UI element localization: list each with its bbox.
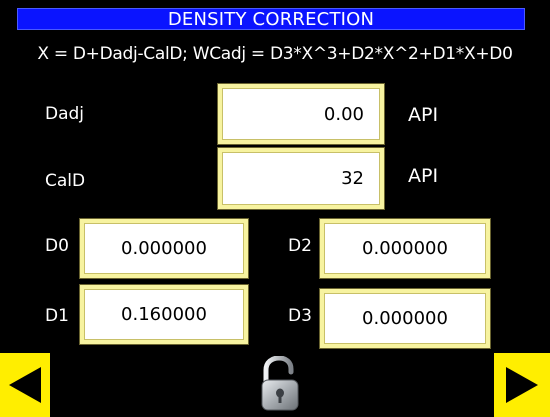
formula-text: X = D+Dadj-CalD; WCadj = D3*X^3+D2*X^2+D… (37, 44, 513, 64)
lock-button[interactable] (258, 355, 302, 412)
d2-field[interactable]: 0.000000 (320, 219, 490, 278)
cald-label: CalD (45, 171, 86, 191)
d1-field[interactable]: 0.160000 (80, 285, 248, 344)
d1-label: D1 (45, 306, 69, 326)
previous-page-button[interactable] (0, 353, 50, 417)
cald-field[interactable]: 32 (218, 148, 384, 209)
d3-field[interactable]: 0.000000 (320, 289, 490, 348)
page-title: DENSITY CORRECTION (17, 8, 525, 30)
dadj-field[interactable]: 0.00 (218, 84, 384, 144)
left-arrow-icon (9, 367, 41, 403)
right-arrow-icon (506, 367, 538, 403)
d2-label: D2 (288, 236, 312, 256)
d3-label: D3 (288, 306, 312, 326)
unlocked-padlock-icon (261, 355, 299, 411)
d0-field[interactable]: 0.000000 (80, 219, 248, 278)
cald-unit: API (408, 165, 439, 187)
next-page-button[interactable] (494, 353, 550, 417)
dadj-unit: API (408, 104, 439, 126)
d0-label: D0 (45, 236, 69, 256)
dadj-label: Dadj (45, 104, 85, 124)
